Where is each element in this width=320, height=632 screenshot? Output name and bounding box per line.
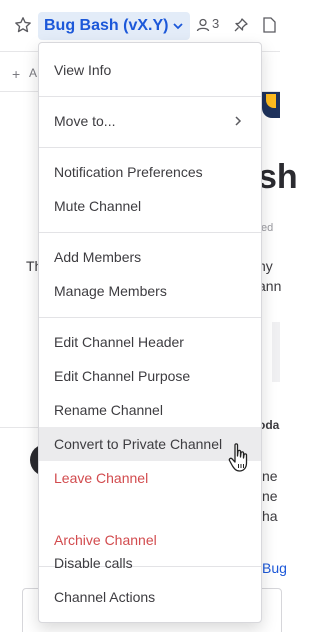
menu-item-label: Convert to Private Channel: [54, 436, 223, 452]
menu-item-channel-actions[interactable]: Channel Actions: [39, 580, 261, 614]
menu-separator: [39, 232, 261, 233]
menu-item-edit-channel-purpose[interactable]: Edit Channel Purpose: [39, 359, 261, 393]
menu-item-label: Edit Channel Header: [54, 334, 184, 350]
menu-item-notification-preferences[interactable]: Notification Preferences: [39, 155, 261, 189]
menu-item-move-to[interactable]: Move to...: [39, 104, 261, 138]
divider: [0, 427, 40, 428]
star-icon[interactable]: [14, 16, 32, 34]
channel-menu: View Info Move to... Notification Prefer…: [38, 42, 262, 623]
menu-item-add-members[interactable]: Add Members: [39, 240, 261, 274]
files-icon[interactable]: [262, 17, 276, 33]
message-text: ne: [262, 468, 278, 484]
menu-item-label: Leave Channel: [54, 470, 149, 486]
menu-item-view-info[interactable]: View Info: [39, 53, 261, 87]
menu-item-label: Manage Members: [54, 283, 167, 299]
menu-item-label: Move to...: [54, 113, 116, 129]
message-text: ha: [262, 508, 278, 524]
message-text: ne: [262, 488, 278, 504]
channel-title-text: Bug Bash (vX.Y): [44, 17, 169, 34]
menu-item-label: View Info: [54, 62, 112, 78]
add-bookmark-label[interactable]: A: [29, 66, 37, 80]
menu-item-label: Notification Preferences: [54, 164, 203, 180]
plus-icon[interactable]: +: [12, 66, 20, 82]
menu-separator: [39, 317, 261, 318]
menu-separator: [39, 96, 261, 97]
menu-item-mute-channel[interactable]: Mute Channel: [39, 189, 261, 223]
menu-item-label: Edit Channel Purpose: [54, 368, 191, 384]
cursor-hand-icon: [228, 443, 248, 472]
chevron-right-icon: [235, 116, 242, 126]
pin-icon[interactable]: [234, 18, 248, 32]
menu-item-disable-calls[interactable]: Disable calls: [39, 546, 261, 580]
menu-item-label: Rename Channel: [54, 402, 163, 418]
menu-item-label: Add Members: [54, 249, 142, 265]
member-count[interactable]: 3: [212, 16, 219, 31]
menu-item-edit-channel-header[interactable]: Edit Channel Header: [39, 325, 261, 359]
menu-separator: [39, 147, 261, 148]
menu-item-rename-channel[interactable]: Rename Channel: [39, 393, 261, 427]
message-link[interactable]: Bug: [262, 560, 287, 576]
channel-title-button[interactable]: Bug Bash (vX.Y): [38, 12, 191, 40]
menu-item-label: Disable calls: [54, 555, 133, 571]
background-card: [272, 322, 280, 382]
background-heading: sh: [258, 158, 298, 196]
chevron-down-icon: [173, 23, 184, 30]
logo-icon: [262, 92, 280, 118]
member-icon[interactable]: [196, 18, 210, 32]
menu-item-label: Mute Channel: [54, 198, 142, 214]
menu-item-manage-members[interactable]: Manage Members: [39, 274, 261, 308]
menu-item-label: Channel Actions: [54, 589, 156, 605]
